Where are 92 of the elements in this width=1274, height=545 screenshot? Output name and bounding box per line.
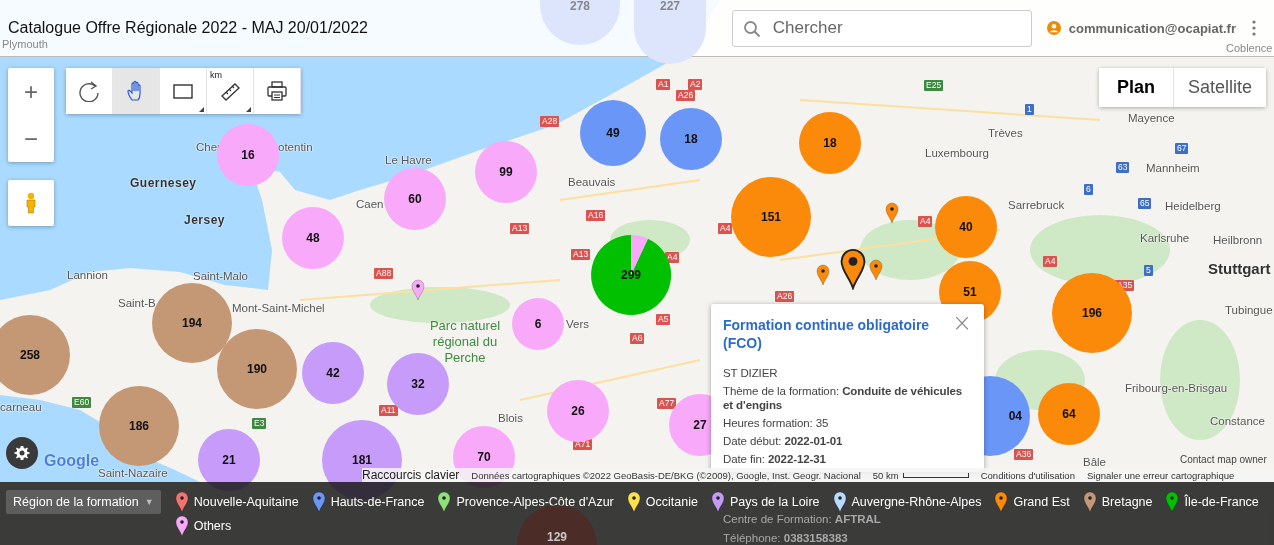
city-label: Trèves [988,127,1023,139]
road-shield: A28 [540,116,560,127]
road-shield: A13 [571,249,591,260]
city-label: Karlsruhe [1140,232,1190,244]
legend-label: Pays de la Loire [729,494,820,509]
city-label: Caen [356,198,384,210]
city-label: Heidelberg [1165,200,1221,212]
city-label: Vers [566,318,589,330]
city-label: Saint-Nazaire [98,467,168,479]
road-shield: A4 [1043,256,1058,267]
city-label: Heilbronn [1213,234,1263,246]
road-shield: A4 [918,216,933,227]
road-shield: E25 [924,80,944,91]
road-shield: A13 [510,223,530,234]
report-link[interactable]: Signaler une erreur cartographique [1086,469,1235,481]
road-shield: A6 [630,333,645,344]
road-shield: A1 [656,79,671,90]
road-shield: A36 [1014,449,1034,460]
city-label: Saint-Malo [193,270,248,282]
road-shield: A2 [688,79,703,90]
road-shield: A4 [718,223,733,234]
city-label: Coblence [1226,42,1273,54]
caret-icon: ▼ [144,497,154,507]
city-label: Constance [1210,415,1265,427]
city-label: otentin [278,141,313,153]
road-shield: E3 [252,418,267,429]
road-shield: A77 [657,398,677,409]
legend-label: Auvergne-Rhône-Alpes [851,494,982,509]
printer-tool-button[interactable] [254,68,301,114]
legend-label: Occitanie [645,494,698,509]
road-shield: A26 [676,90,696,101]
user-email[interactable]: communication@ocapiat.fr [1068,20,1236,36]
city-label: Mannheim [1146,162,1200,174]
map-type-tab[interactable]: Plan [1099,68,1174,107]
road-shield: 5 [1144,265,1153,276]
more-menu-icon[interactable] [1252,20,1256,36]
ruler-tool-button[interactable]: km [207,68,254,114]
road-shield: 65 [1138,198,1152,209]
road-shield: 67 [1175,143,1189,154]
road-shield: 6 [1084,184,1093,195]
city-label: Mont-Saint-Michel [232,302,325,314]
refresh-tool-button[interactable] [66,68,113,114]
legend-label: Bretagne [1101,494,1153,509]
popup-title: Formation continue obligatoire (FCO) [723,316,931,352]
popup-text: ST DIZIER [723,366,779,380]
road-shield: A11 [379,405,398,416]
legend-dropdown[interactable]: Région de la formation ▼ [6,490,161,514]
scale-label: 50 km [872,469,899,481]
person-icon [25,192,37,214]
map-type-tab[interactable]: Satellite [1174,68,1267,107]
legend-label: Nouvelle-Aquitaine [193,494,299,509]
city-label: Le Havre [385,154,432,166]
island-label: Jersey [184,213,226,227]
zoom-out-button[interactable]: − [8,115,54,162]
terms-link[interactable]: Conditions d'utilisation [980,469,1075,481]
legend-label: Grand Est [1013,494,1070,509]
road-shield: 1 [1025,104,1034,115]
app-title: Catalogue Offre Régionale 2022 - MAJ 20/01/2022 [8,19,368,37]
popup-text: Centre de Formation: AFTRAL [723,512,881,526]
city-label: Lannion [67,269,108,281]
road-shield: A16 [586,210,606,221]
rectangle-tool-button[interactable] [160,68,207,114]
popup-text: Téléphone: 0383158383 [723,531,849,545]
city-label: Beauvais [568,176,616,188]
road-shield: E60 [72,397,92,408]
city-label: carneau [0,401,42,413]
city-label: Stuttgart [1208,260,1271,277]
city-label: Luxembourg [925,147,989,159]
island-label: Guernesey [130,176,197,190]
city-label: Bâle [1083,456,1107,468]
road-shield: A88 [374,268,394,279]
city-label: Plymouth [2,38,48,50]
contact-link[interactable]: Contact map owner [1180,454,1267,465]
city-label: Sarrebruck [1008,199,1065,211]
scale-line [902,472,969,478]
legend-label: Others [193,518,232,533]
printer-icon [266,80,288,102]
city-label: Mayence [1128,112,1175,124]
account-icon [1046,21,1061,35]
city-label: Tubingue [1225,304,1273,316]
google-logo: Google [44,452,100,469]
road-shield: A26 [775,291,795,302]
city-label: Blois [498,412,523,424]
search-field[interactable]: Chercher [731,9,1032,47]
legend-label: Île-de-France [1184,494,1259,509]
road-shield: 63 [1116,162,1130,173]
city-label: Fribourg-en-Brisgau [1125,382,1228,394]
zoom-in-button[interactable]: + [8,68,54,115]
settings-icon [14,445,30,461]
road-shield: A5 [656,314,671,325]
search-icon [742,19,761,38]
refresh-icon [78,80,100,102]
